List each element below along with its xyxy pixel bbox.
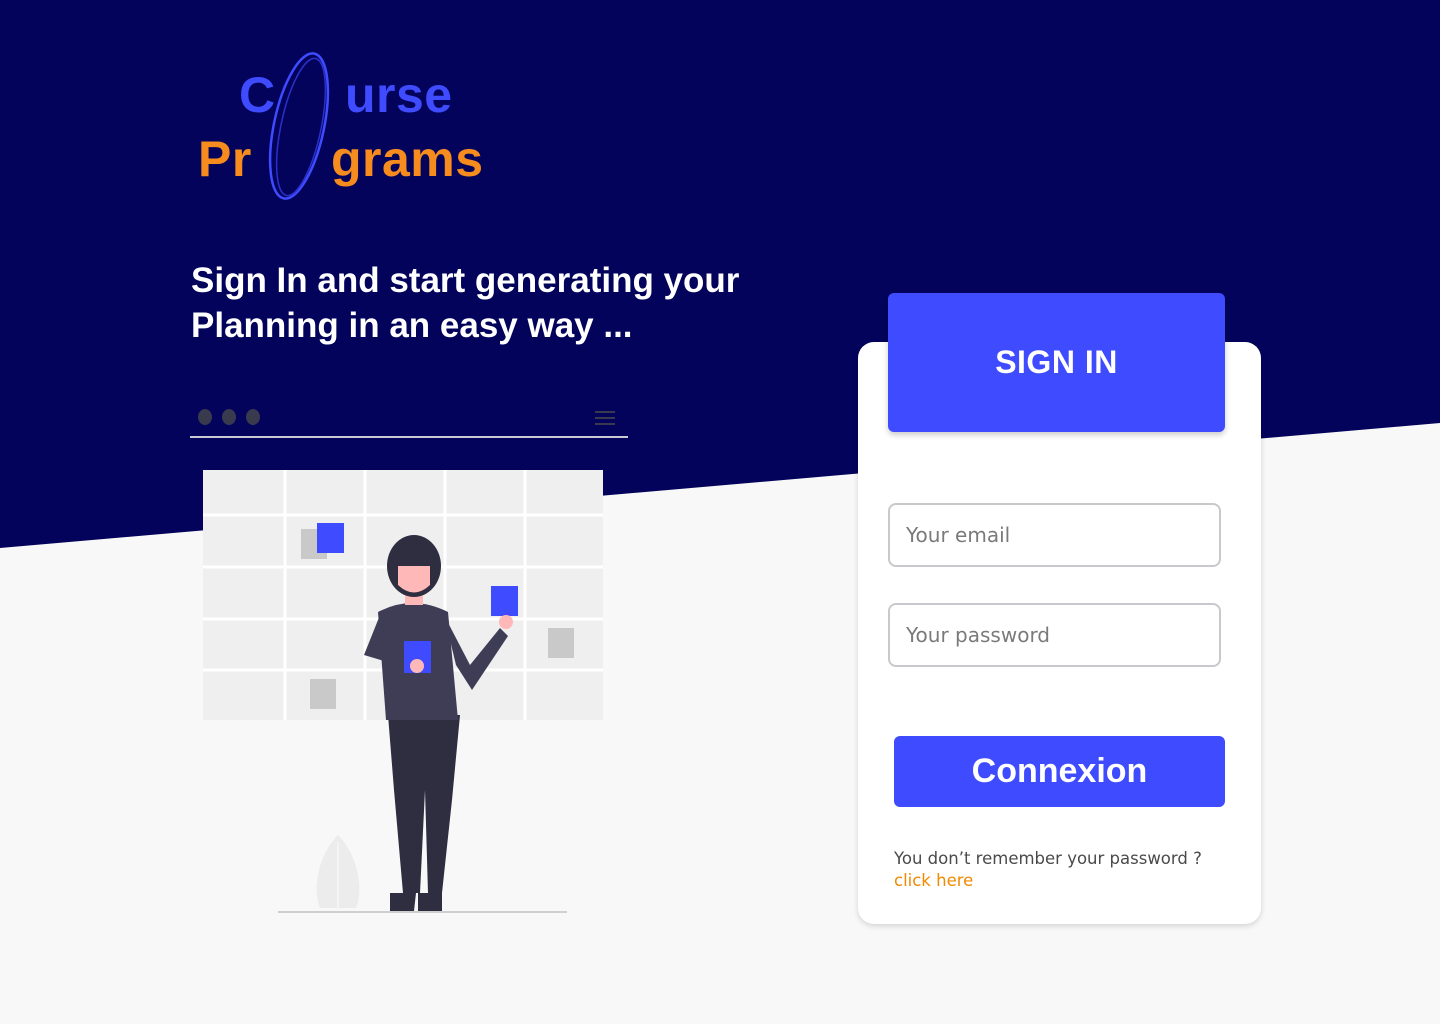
forgot-password-block: You don’t remember your password ? click… [894,848,1234,892]
sign-in-title: SIGN IN [888,293,1225,432]
hero-headline: Sign In and start generating your Planni… [191,258,831,348]
forgot-password-text: You don’t remember your password ? [894,849,1202,868]
course-programs-logo: C urse Pr grams [195,52,515,202]
hamburger-menu-icon [595,411,615,429]
window-dot-icon [246,409,260,425]
forgot-password-link[interactable]: click here [894,870,1234,892]
password-field[interactable] [888,603,1221,667]
hero-headline-line1: Sign In and start generating your [191,261,740,300]
hero-headline-line2: Planning in an easy way ... [191,306,633,345]
email-field[interactable] [888,503,1221,567]
window-dot-icon [222,409,236,425]
illustration-window-bar [190,400,628,438]
connexion-button[interactable]: Connexion [894,736,1225,807]
logo-ring-icon [268,52,330,200]
planning-illustration [203,470,603,913]
window-dot-icon [198,409,212,425]
